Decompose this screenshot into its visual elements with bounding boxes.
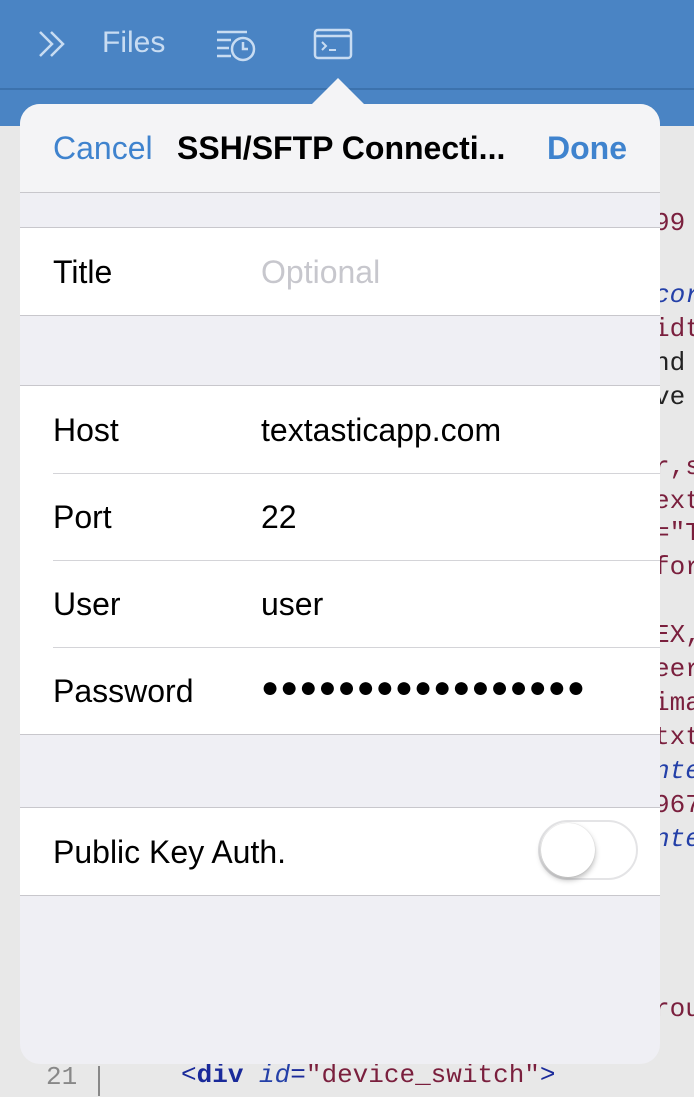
host-label: Host bbox=[53, 412, 119, 448]
host-input[interactable]: textasticapp.com bbox=[261, 412, 501, 449]
line-number: 21 bbox=[46, 1062, 78, 1092]
code-fragment: nte bbox=[654, 756, 694, 786]
port-row[interactable]: Port 22 bbox=[20, 473, 660, 560]
top-toolbar: Files bbox=[0, 0, 694, 88]
code-tag-close: > bbox=[539, 1060, 556, 1090]
code-fragment: rou bbox=[654, 994, 694, 1024]
title-section: Title Optional bbox=[20, 227, 660, 316]
code-attribute: id bbox=[259, 1060, 291, 1090]
code-fragment: eer bbox=[654, 654, 694, 684]
code-fragment: ext bbox=[654, 486, 694, 516]
code-tag-open: < bbox=[181, 1060, 197, 1090]
code-fragment: ima bbox=[654, 688, 694, 718]
connection-section: Host textasticapp.com Port 22 User user … bbox=[20, 385, 660, 735]
dialog-navbar: Cancel SSH/SFTP Connecti... Done bbox=[20, 104, 660, 193]
port-label: Port bbox=[53, 499, 112, 535]
dialog-title: SSH/SFTP Connecti... bbox=[177, 130, 506, 166]
public-key-label: Public Key Auth. bbox=[53, 834, 287, 870]
code-tag-name: div bbox=[196, 1060, 244, 1090]
password-input[interactable]: ●●●●●●●●●●●●●●●●● bbox=[261, 671, 586, 705]
user-input[interactable]: user bbox=[261, 586, 323, 623]
port-input[interactable]: 22 bbox=[261, 499, 297, 536]
code-fragment: EX, bbox=[654, 620, 694, 650]
toggle-knob bbox=[541, 823, 595, 877]
title-input[interactable]: Optional bbox=[261, 254, 380, 291]
code-attribute-value: "device_switch" bbox=[305, 1060, 540, 1090]
ssh-connection-dialog: Cancel SSH/SFTP Connecti... Done Title O… bbox=[20, 104, 660, 1064]
code-fragment: idt bbox=[654, 314, 694, 344]
user-row[interactable]: User user bbox=[20, 560, 660, 647]
title-label: Title bbox=[53, 254, 113, 290]
code-fragment: cor bbox=[654, 280, 694, 310]
password-label: Password bbox=[53, 673, 194, 709]
code-fragment: ="T bbox=[654, 518, 694, 548]
title-row[interactable]: Title Optional bbox=[20, 228, 660, 315]
double-chevron-icon[interactable] bbox=[36, 22, 68, 66]
code-fragment: nte bbox=[654, 824, 694, 854]
public-key-row: Public Key Auth. bbox=[20, 808, 660, 895]
code-fragment: for bbox=[654, 552, 694, 582]
code-line: <div id="device_switch"> bbox=[181, 1060, 556, 1090]
gutter-divider bbox=[98, 1066, 100, 1096]
done-button[interactable]: Done bbox=[547, 130, 627, 167]
public-key-toggle[interactable] bbox=[538, 820, 638, 880]
password-row[interactable]: Password ●●●●●●●●●●●●●●●●● bbox=[20, 647, 660, 734]
host-row[interactable]: Host textasticapp.com bbox=[20, 386, 660, 473]
files-button[interactable]: Files bbox=[102, 26, 165, 60]
user-label: User bbox=[53, 586, 121, 622]
code-equals: = bbox=[290, 1060, 306, 1090]
terminal-icon[interactable] bbox=[312, 22, 354, 66]
code-fragment: r,s bbox=[654, 452, 694, 482]
code-fragment: 967 bbox=[654, 790, 694, 820]
auth-section: Public Key Auth. bbox=[20, 807, 660, 896]
popover-arrow bbox=[310, 78, 366, 106]
history-list-icon[interactable] bbox=[213, 22, 257, 66]
code-fragment: txt bbox=[654, 722, 694, 752]
cancel-button[interactable]: Cancel bbox=[53, 130, 153, 167]
